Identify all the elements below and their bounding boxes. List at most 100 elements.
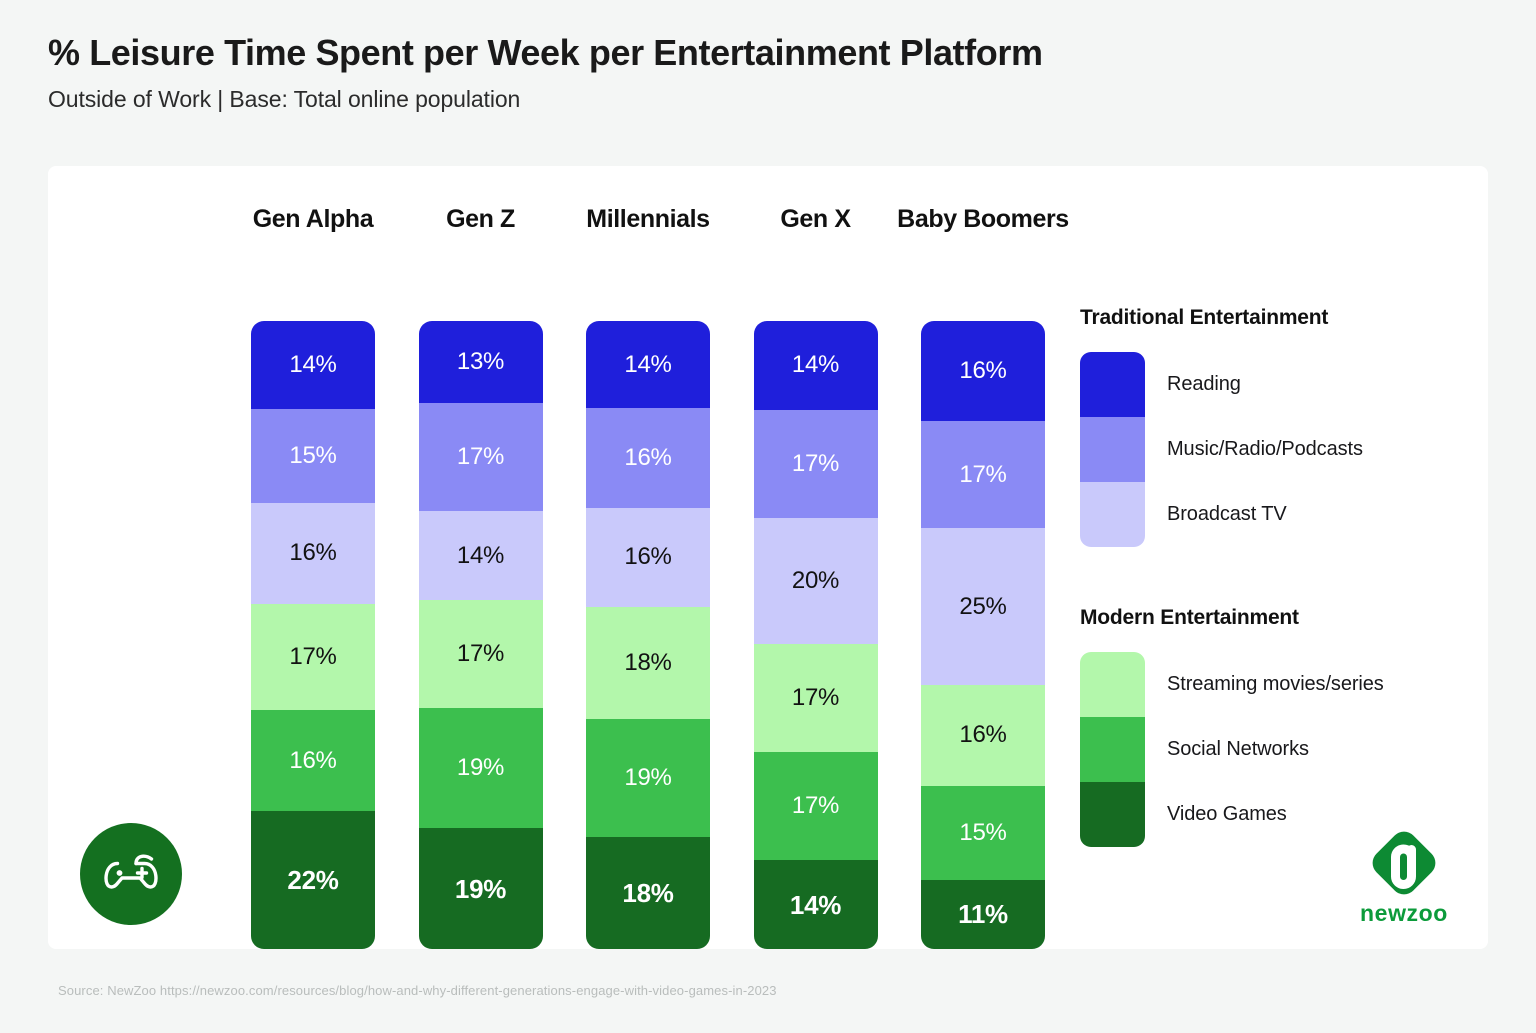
segment-value-label: 17%: [791, 684, 840, 712]
newzoo-logo: newzoo: [1356, 824, 1452, 927]
stacked-bar-group: 14% 15% 16% 17% 16% 22% 13% 17% 14% 17% 19% 19% 14% 1…: [203, 321, 1051, 949]
bar-segment-music-radio-podcasts[interactable]: 17%: [753, 409, 878, 518]
bar-segment-streaming-movies-series[interactable]: 18%: [586, 607, 710, 719]
segment-value-label: 16%: [624, 543, 672, 571]
legend-label-list: Streaming movies/series Social Networks …: [1167, 652, 1480, 847]
bar-segment-social-networks[interactable]: 15%: [921, 785, 1045, 880]
bar-segment-streaming-movies-series[interactable]: 17%: [753, 644, 878, 753]
segment-value-label: 20%: [791, 567, 840, 595]
bar-segment-music-radio-podcasts[interactable]: 15%: [251, 408, 375, 504]
legend-swatch-stack: [1080, 652, 1145, 847]
bar-segment-social-networks[interactable]: 17%: [753, 752, 878, 861]
legend-swatch-streaming-movies-series: [1080, 652, 1145, 717]
bar-segment-music-radio-podcasts[interactable]: 17%: [418, 403, 543, 512]
bar-gen-alpha[interactable]: 14% 15% 16% 17% 16% 22%: [251, 321, 375, 949]
bar-segment-broadcast-tv[interactable]: 16%: [251, 503, 375, 604]
legend-item-reading: Reading: [1167, 373, 1241, 395]
legend-item-music-radio-podcasts: Music/Radio/Podcasts: [1167, 438, 1363, 460]
segment-value-label: 14%: [789, 889, 842, 920]
bar-segment-video-games[interactable]: 14%: [753, 860, 878, 949]
segment-value-label: 18%: [624, 648, 672, 676]
legend-group-title: Traditional Entertainment: [1080, 306, 1329, 329]
legend-item-broadcast-tv: Broadcast TV: [1167, 503, 1287, 525]
segment-value-label: 13%: [456, 348, 505, 376]
legend-group-body: Reading Music/Radio/Podcasts Broadcast T…: [1080, 352, 1480, 547]
chart-legend: Traditional Entertainment Reading Music/…: [1080, 306, 1480, 847]
bar-segment-streaming-movies-series[interactable]: 17%: [418, 600, 543, 708]
segment-value-label: 16%: [959, 721, 1007, 749]
bar-baby-boomers[interactable]: 16% 17% 25% 16% 15% 11%: [921, 321, 1045, 949]
legend-swatch-stack: [1080, 352, 1145, 547]
legend-swatch-video-games: [1080, 782, 1145, 847]
segment-value-label: 14%: [624, 350, 672, 378]
segment-value-label: 16%: [959, 357, 1007, 385]
legend-group-title: Modern Entertainment: [1080, 606, 1299, 629]
bar-segment-streaming-movies-series[interactable]: 17%: [251, 603, 375, 711]
bar-segment-video-games[interactable]: 18%: [586, 837, 710, 949]
bar-segment-music-radio-podcasts[interactable]: 17%: [921, 421, 1045, 529]
chart-card: Gen Alpha Gen Z Millennials Gen X Baby Boome…: [48, 166, 1488, 949]
category-headers: Gen Alpha Gen Z Millennials Gen X Baby Boome…: [203, 205, 1069, 245]
newzoo-wordmark: newzoo: [1360, 900, 1448, 926]
legend-item-streaming-movies-series: Streaming movies/series: [1167, 673, 1384, 695]
bar-segment-social-networks[interactable]: 19%: [418, 707, 543, 829]
page-title: % Leisure Time Spent per Week per Entert…: [48, 32, 1043, 73]
gamepad-icon: [102, 850, 160, 899]
bar-segment-streaming-movies-series[interactable]: 16%: [921, 685, 1045, 786]
segment-value-label: 16%: [289, 746, 337, 774]
segment-value-label: 15%: [289, 442, 337, 469]
legend-group-body: Streaming movies/series Social Networks …: [1080, 652, 1480, 847]
segment-value-label: 14%: [456, 541, 505, 569]
bar-segment-video-games[interactable]: 22%: [251, 810, 375, 949]
bar-millennials[interactable]: 14% 16% 16% 18% 19% 18%: [586, 321, 710, 949]
bar-segment-reading[interactable]: 14%: [586, 321, 710, 409]
category-header-baby-boomers: Baby Boomers: [897, 205, 1069, 233]
source-note: Source: NewZoo https://newzoo.com/resour…: [58, 983, 777, 998]
segment-value-label: 17%: [791, 792, 840, 820]
bar-segment-reading[interactable]: 16%: [921, 321, 1045, 422]
segment-value-label: 19%: [456, 754, 505, 782]
bar-gen-x[interactable]: 14% 17% 20% 17% 17% 14%: [753, 321, 878, 949]
gamepad-badge: [80, 823, 182, 925]
legend-swatch-broadcast-tv: [1080, 482, 1145, 547]
segment-value-label: 17%: [456, 443, 505, 471]
segment-value-label: 11%: [958, 899, 1008, 930]
segment-value-label: 14%: [791, 351, 840, 379]
bar-segment-reading[interactable]: 14%: [251, 321, 375, 409]
newzoo-logo-icon: [1365, 824, 1443, 902]
bar-segment-broadcast-tv[interactable]: 14%: [418, 511, 543, 601]
chart-header: % Leisure Time Spent per Week per Entert…: [48, 30, 1448, 113]
segment-value-label: 25%: [959, 592, 1007, 620]
bar-segment-reading[interactable]: 14%: [753, 321, 878, 410]
segment-value-label: 18%: [622, 878, 674, 908]
segment-value-label: 17%: [959, 460, 1007, 488]
legend-item-social-networks: Social Networks: [1167, 738, 1309, 760]
bar-segment-video-games[interactable]: 19%: [418, 828, 543, 949]
bar-segment-broadcast-tv[interactable]: 16%: [586, 507, 710, 608]
segment-value-label: 19%: [454, 873, 507, 904]
chart-plot-area: Gen Alpha Gen Z Millennials Gen X Baby Boome…: [203, 205, 1069, 949]
segment-value-label: 22%: [287, 864, 339, 895]
segment-value-label: 17%: [289, 642, 337, 670]
bar-segment-social-networks[interactable]: 19%: [586, 718, 710, 838]
legend-label-list: Reading Music/Radio/Podcasts Broadcast T…: [1167, 352, 1480, 547]
bar-segment-broadcast-tv[interactable]: 25%: [921, 528, 1045, 686]
segment-value-label: 17%: [791, 449, 840, 477]
legend-swatch-reading: [1080, 352, 1145, 417]
segment-value-label: 15%: [959, 818, 1007, 846]
bar-segment-social-networks[interactable]: 16%: [251, 710, 375, 811]
segment-value-label: 16%: [289, 539, 337, 567]
bar-gen-z[interactable]: 13% 17% 14% 17% 19% 19%: [418, 321, 543, 949]
chart-page: % Leisure Time Spent per Week per Entert…: [0, 0, 1536, 1033]
bar-segment-reading[interactable]: 13%: [418, 321, 543, 404]
legend-group-modern: Modern Entertainment Streaming movies/se…: [1080, 606, 1480, 847]
bar-segment-broadcast-tv[interactable]: 20%: [753, 517, 878, 645]
legend-swatch-music-radio-podcasts: [1080, 417, 1145, 482]
page-subtitle: Outside of Work | Base: Total online pop…: [48, 86, 521, 112]
bar-segment-video-games[interactable]: 11%: [921, 879, 1045, 949]
segment-value-label: 19%: [624, 763, 672, 791]
segment-value-label: 16%: [624, 443, 672, 471]
bar-segment-music-radio-podcasts[interactable]: 16%: [586, 408, 710, 508]
segment-value-label: 14%: [289, 350, 337, 378]
legend-group-traditional: Traditional Entertainment Reading Music/…: [1080, 306, 1480, 547]
